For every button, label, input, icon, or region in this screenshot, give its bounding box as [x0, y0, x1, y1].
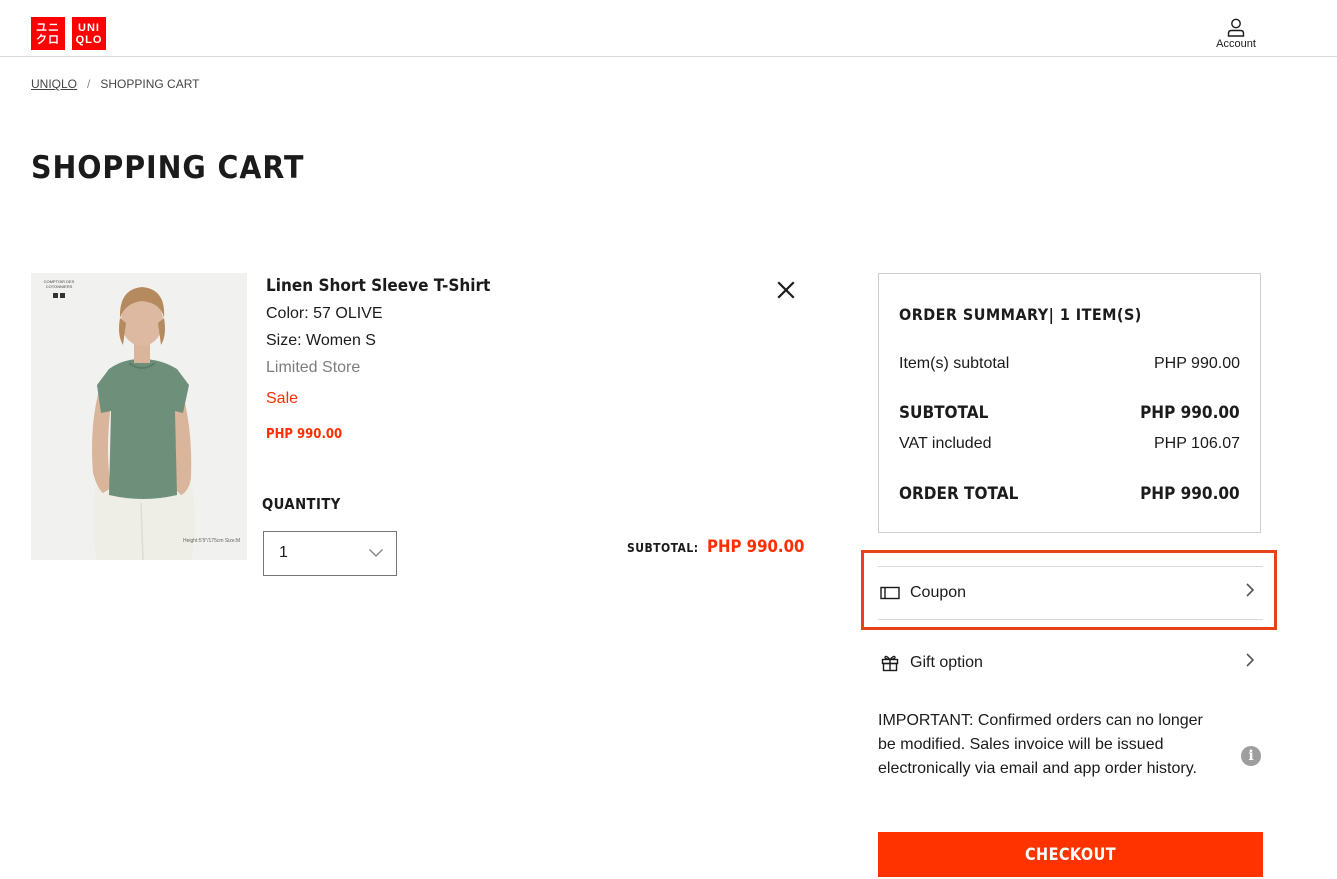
breadcrumb: UNIQLO / SHOPPING CART: [31, 77, 200, 91]
product-price: PHP 990.00: [266, 427, 343, 442]
vat-row: VAT included PHP 106.07: [899, 435, 1240, 453]
coupon-label: Coupon: [910, 584, 967, 601]
quantity-label: QUANTITY: [262, 495, 341, 513]
important-notice: IMPORTANT: Confirmed orders can no longe…: [878, 712, 1203, 777]
quantity-value: 1: [279, 544, 288, 561]
product-availability: Limited Store: [266, 359, 361, 376]
logo-latin-line-1: UNI: [78, 21, 100, 34]
items-subtotal-label: Item(s) subtotal: [899, 355, 1010, 372]
image-brand-caption: COMPTOIR DES COTONNIERS: [43, 279, 75, 289]
order-total-value: PHP 990.00: [1140, 484, 1240, 504]
items-subtotal-value: PHP 990.00: [1154, 355, 1240, 372]
logo-katakana-line-1: ユニ: [36, 21, 60, 34]
vat-label: VAT included: [899, 435, 992, 452]
close-icon: [777, 281, 795, 299]
logo-latin: UNI QLO: [72, 17, 106, 50]
item-subtotal-value: PHP 990.00: [706, 537, 805, 557]
subtotal-value: PHP 990.00: [1140, 403, 1240, 423]
gift-label: Gift option: [910, 654, 983, 671]
info-icon[interactable]: i: [1241, 746, 1261, 766]
order-total-label: ORDER TOTAL: [899, 484, 1019, 504]
product-image[interactable]: COMPTOIR DES COTONNIERS Height:5'9"/175c…: [31, 273, 247, 560]
gift-option[interactable]: Gift option: [878, 637, 1263, 689]
remove-item-button[interactable]: [774, 278, 798, 302]
account-label: Account: [1216, 38, 1256, 50]
image-model-caption: Height:5'9"/175cm Size:M: [183, 538, 241, 544]
site-header: ユニ クロ UNI QLO Account: [0, 0, 1337, 57]
product-color: Color: 57 OLIVE: [266, 305, 383, 322]
account-button[interactable]: Account: [1210, 18, 1262, 50]
quantity-select[interactable]: 1: [263, 531, 397, 576]
vat-value: PHP 106.07: [1154, 435, 1240, 452]
order-total-row: ORDER TOTAL PHP 990.00: [899, 484, 1240, 504]
breadcrumb-home-link[interactable]: UNIQLO: [31, 77, 77, 91]
person-icon: [1227, 18, 1245, 37]
chevron-right-icon: [1246, 583, 1255, 597]
checkout-button[interactable]: CHECKOUT: [878, 832, 1263, 877]
chevron-down-icon: [368, 548, 384, 558]
chevron-right-icon: [1246, 653, 1255, 667]
uniqlo-logo[interactable]: ユニ クロ UNI QLO: [31, 17, 106, 50]
subtotal-label: SUBTOTAL: [899, 403, 989, 423]
gift-icon: [878, 651, 902, 675]
sale-badge: Sale: [266, 390, 299, 407]
checkout-label: CHECKOUT: [1024, 844, 1117, 865]
coupon-icon: [878, 581, 902, 605]
product-name[interactable]: Linen Short Sleeve T-Shirt: [266, 276, 490, 296]
subtotal-row: SUBTOTAL PHP 990.00: [899, 403, 1240, 423]
logo-katakana: ユニ クロ: [31, 17, 65, 50]
logo-latin-line-2: QLO: [75, 33, 103, 46]
breadcrumb-current: SHOPPING CART: [100, 77, 200, 91]
product-photo-illustration: [31, 273, 247, 560]
order-summary: ORDER SUMMARY| 1 ITEM(S) Item(s) subtota…: [878, 273, 1261, 533]
items-subtotal-row: Item(s) subtotal PHP 990.00: [899, 355, 1240, 373]
order-summary-title: ORDER SUMMARY| 1 ITEM(S): [899, 305, 1142, 324]
coupon-option[interactable]: Coupon: [878, 566, 1263, 620]
product-size: Size: Women S: [266, 332, 376, 349]
breadcrumb-separator: /: [87, 77, 91, 91]
page-title: SHOPPING CART: [31, 150, 305, 186]
item-subtotal-label: SUBTOTAL:: [627, 541, 699, 555]
item-subtotal: SUBTOTAL: PHP 990.00: [627, 537, 818, 557]
logo-katakana-line-2: クロ: [36, 33, 60, 46]
